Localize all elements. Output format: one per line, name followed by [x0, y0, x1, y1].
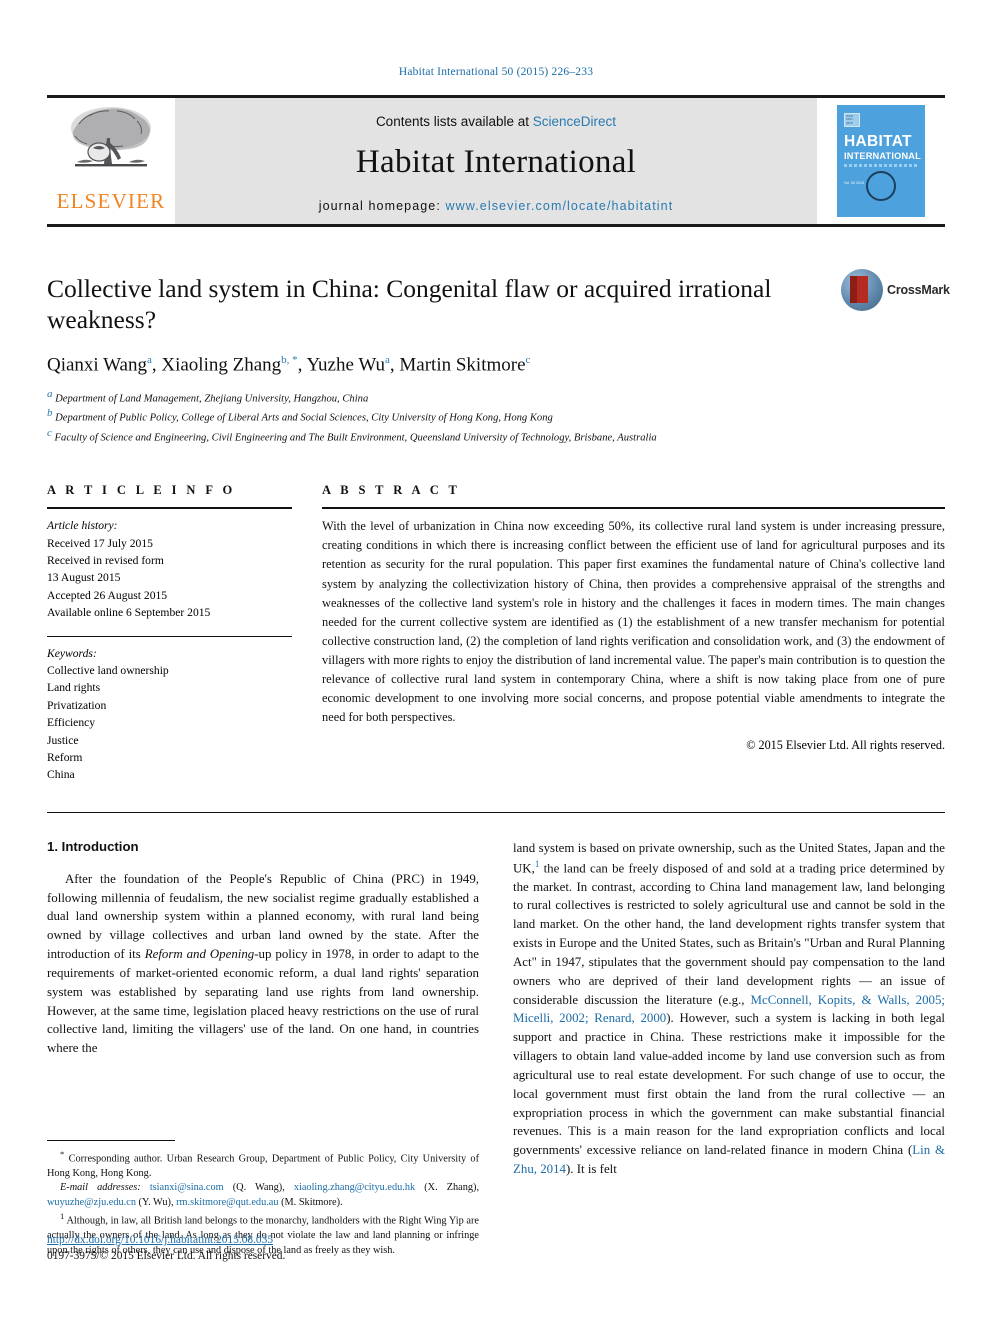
author-name: Yuzhe Wu — [306, 354, 385, 376]
title-block: CrossMark Collective land system in Chin… — [47, 269, 950, 446]
article-history-item: Received 17 July 2015 — [47, 536, 153, 550]
cover-emblem-icon — [866, 171, 896, 201]
author-affiliation-mark: a — [385, 354, 390, 367]
email-link[interactable]: rm.skitmore@qut.edu.au — [176, 1197, 278, 1208]
article-history-item: Received in revised form — [47, 554, 164, 568]
homepage-link[interactable]: www.elsevier.com/locate/habitatint — [446, 199, 674, 213]
abstract-column: A B S T R A C T With the level of urbani… — [322, 483, 945, 783]
affiliation-mark: b — [47, 407, 53, 420]
affiliation-item: c Faculty of Science and Engineering, Ci… — [47, 426, 945, 446]
author-affiliation-mark: a — [146, 354, 152, 367]
paragraph-text-cont: ). It is felt — [566, 1162, 617, 1177]
keywords-block: Keywords: Collective land ownership Land… — [47, 645, 292, 784]
journal-cover-thumbnail: ISSN 0197-3975 HABITAT INTERNATIONAL Vol… — [817, 98, 945, 224]
abstract-text: With the level of urbanization in China … — [322, 519, 945, 725]
cover-title-international: INTERNATIONAL — [844, 150, 921, 161]
homepage-prefix: journal homepage: — [318, 198, 446, 213]
keyword-item: Reform — [47, 750, 83, 764]
footnote-emails: E-mail addresses: tsianxi@sina.com (Q. W… — [47, 1182, 480, 1208]
author-name: Qianxi Wang — [47, 354, 147, 376]
keyword-item: China — [47, 768, 75, 782]
article-history-item: Available online 6 September 2015 — [47, 606, 211, 620]
paragraph: After the foundation of the People's Rep… — [47, 870, 479, 1058]
section-heading-introduction: 1. Introduction — [47, 838, 139, 854]
email-owner: (Y. Wu) — [138, 1196, 171, 1208]
elsevier-logo: ELSEVIER — [47, 98, 175, 224]
email-owner: (X. Zhang) — [424, 1182, 477, 1194]
author-name: Martin Skitmore — [399, 354, 526, 376]
info-abstract-section: A R T I C L E I N F O Article history: R… — [47, 483, 945, 783]
keyword-item: Justice — [47, 733, 79, 747]
abstract-heading: A B S T R A C T — [322, 483, 461, 498]
affiliation-list: a Department of Land Management, Zhejian… — [47, 387, 945, 446]
abstract-copyright: © 2015 Elsevier Ltd. All rights reserved… — [746, 738, 945, 753]
contents-prefix: Contents lists available at — [375, 113, 533, 129]
crossmark-label: CrossMark — [887, 283, 950, 297]
body-column-right: land system is based on private ownershi… — [513, 839, 945, 1259]
email-link[interactable]: wuyuzhe@zju.edu.cn — [47, 1197, 136, 1208]
paragraph-text-cont: -up policy in 1978, in order to adapt to… — [47, 947, 479, 1056]
journal-title: Habitat International — [355, 143, 637, 180]
affiliation-text: Faculty of Science and Engineering, Civi… — [54, 432, 657, 444]
body-columns: 1. Introduction After the foundation of … — [47, 839, 945, 1259]
cover-artwork: ISSN 0197-3975 HABITAT INTERNATIONAL Vol… — [837, 105, 925, 217]
author-affiliation-mark: c — [525, 354, 531, 367]
email-owner: (M. Skitmore). — [281, 1196, 343, 1208]
affiliation-text: Department of Public Policy, College of … — [55, 412, 553, 424]
doi-link[interactable]: http://dx.doi.org/10.1016/j.habitatint.2… — [47, 1233, 479, 1249]
keyword-item: Collective land ownership — [47, 663, 169, 677]
cover-issn-badge: ISSN 0197-3975 — [844, 113, 860, 127]
article-info-heading: A R T I C L E I N F O — [47, 483, 236, 498]
sciencedirect-link[interactable]: ScienceDirect — [533, 114, 616, 129]
article-info-column: A R T I C L E I N F O Article history: R… — [47, 483, 292, 783]
author-name: Xiaoling Zhang — [161, 354, 282, 376]
journal-homepage-line: journal homepage: www.elsevier.com/locat… — [319, 199, 674, 213]
crossmark-badge[interactable]: CrossMark — [841, 267, 950, 313]
keyword-item: Privatization — [47, 698, 107, 712]
footnote-text: Corresponding author. Urban Research Gro… — [47, 1153, 479, 1179]
footer-doi-block: http://dx.doi.org/10.1016/j.habitatint.2… — [47, 1233, 479, 1265]
abstract-rule — [322, 507, 945, 510]
paragraph: land system is based on private ownershi… — [513, 839, 945, 1179]
keyword-item: Efficiency — [47, 716, 96, 730]
journal-banner: ELSEVIER Contents lists available at Sci… — [47, 95, 945, 227]
issn-copyright-line: 0197-3975/© 2015 Elsevier Ltd. All right… — [47, 1250, 286, 1263]
cover-rule — [844, 163, 918, 167]
affiliation-mark: a — [47, 387, 53, 400]
affiliation-text: Department of Land Management, Zhejiang … — [55, 393, 369, 405]
article-history-item: Accepted 26 August 2015 — [47, 588, 168, 602]
article-info-rule — [47, 507, 292, 510]
cover-title-habitat: HABITAT — [844, 133, 912, 150]
footnote-rule — [47, 1139, 175, 1141]
email-link[interactable]: tsianxi@sina.com — [150, 1182, 224, 1193]
body-separator-rule — [47, 811, 945, 813]
email-owner: (Q. Wang) — [232, 1182, 283, 1194]
email-addresses-label: E-mail addresses: — [60, 1182, 141, 1194]
journal-banner-center: Contents lists available at ScienceDirec… — [175, 98, 817, 224]
page-title: Collective land system in China: Congeni… — [47, 274, 772, 335]
body-column-left: 1. Introduction After the foundation of … — [47, 839, 479, 1259]
author-list: Qianxi Wanga, Xiaoling Zhangb, *, Yuzhe … — [47, 354, 531, 376]
affiliation-item: b Department of Public Policy, College o… — [47, 406, 945, 426]
affiliation-mark: c — [47, 426, 52, 439]
email-link[interactable]: xiaoling.zhang@cityu.edu.hk — [294, 1182, 415, 1193]
affiliation-item: a Department of Land Management, Zhejian… — [47, 387, 945, 407]
running-head: Habitat International 50 (2015) 226–233 — [398, 66, 594, 78]
author-affiliation-mark: b, * — [281, 354, 298, 367]
keywords-label: Keywords: — [47, 646, 97, 660]
keywords-rule — [47, 635, 292, 637]
paper-page: Habitat International 50 (2015) 226–233 — [0, 0, 992, 1323]
contents-available-line: Contents lists available at ScienceDirec… — [376, 114, 616, 129]
paragraph-text-cont: ). However, such a system is lacking in … — [513, 1011, 945, 1158]
crossmark-icon — [841, 269, 883, 311]
article-history-item: 13 August 2015 — [47, 571, 121, 585]
elsevier-tree-icon — [71, 107, 151, 167]
footnote-corresponding-author: * Corresponding author. Urban Research G… — [47, 1148, 479, 1182]
paragraph-text-cont: the land can be freely disposed of and s… — [513, 860, 945, 1007]
keyword-item: Land rights — [47, 681, 101, 695]
paragraph-emphasis: Reform and Opening — [144, 947, 255, 962]
elsevier-wordmark: ELSEVIER — [56, 189, 166, 213]
article-history-label: Article history: — [47, 519, 118, 533]
